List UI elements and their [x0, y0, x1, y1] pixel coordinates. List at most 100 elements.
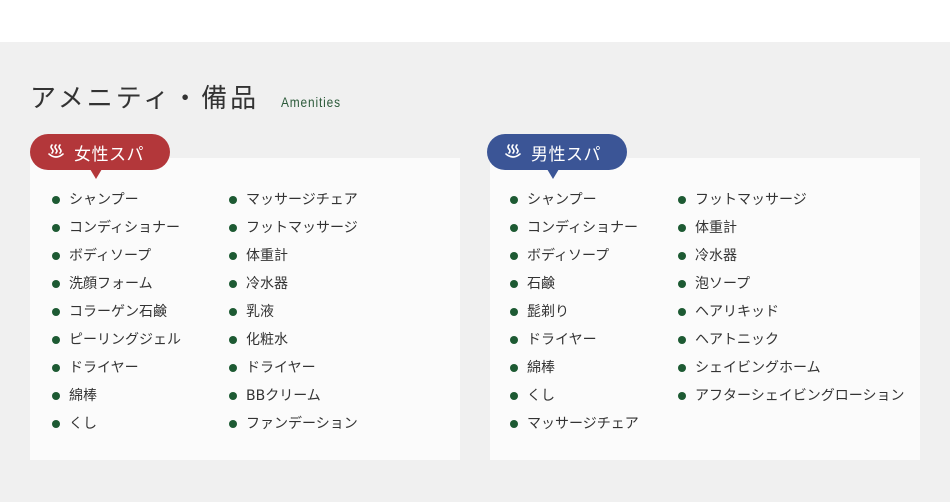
list-item-label: コンディショナー — [69, 220, 181, 236]
bullet-dot-icon — [510, 280, 518, 288]
bullet-dot-icon — [678, 280, 686, 288]
bullet-dot-icon — [678, 252, 686, 260]
list-item-label: くし — [69, 416, 97, 432]
bullet-dot-icon — [229, 252, 237, 260]
list-item-label: 石鹸 — [527, 276, 555, 292]
bullet-dot-icon — [52, 280, 60, 288]
list-item-label: ピーリングジェル — [69, 332, 181, 348]
bullet-dot-icon — [229, 196, 237, 204]
list-item: くし — [510, 382, 639, 410]
bullet-dot-icon — [229, 420, 237, 428]
bullet-dot-icon — [229, 224, 237, 232]
list-item: コラーゲン石鹸 — [52, 298, 181, 326]
bullet-dot-icon — [510, 392, 518, 400]
list-item: 綿棒 — [52, 382, 181, 410]
list-item-label: 洗顔フォーム — [69, 276, 153, 292]
list-item: 石鹸 — [510, 270, 639, 298]
female-list-col1: シャンプーコンディショナー ボディソープ 洗顔フォーム コラーゲン石鹸 ピーリングジェル… — [52, 186, 181, 438]
female-list-col2: マッサージチェア フットマッサージ 体重計 冷水器 乳液 化粧水 ドライヤー BBクリーム ファ… — [229, 186, 358, 438]
list-item-label: ヘアリキッド — [695, 304, 779, 320]
bullet-dot-icon — [52, 308, 60, 316]
list-item: アフターシェイビングローション — [678, 382, 904, 410]
list-item: くし — [52, 410, 181, 438]
bullet-dot-icon — [52, 420, 60, 428]
list-item-label: ヘアトニック — [695, 332, 779, 348]
list-item: 冷水器 — [229, 270, 358, 298]
list-item: 洗顔フォーム — [52, 270, 181, 298]
list-item: コンディショナー — [52, 214, 181, 242]
list-item-label: 綿棒 — [527, 360, 555, 376]
male-spa-tab: 男性スパ — [487, 134, 627, 179]
list-item-label: ボディソープ — [69, 248, 152, 264]
bullet-dot-icon — [229, 364, 237, 372]
list-item-label: アフターシェイビングローション — [695, 388, 905, 404]
bullet-dot-icon — [678, 196, 686, 204]
bullet-dot-icon — [510, 224, 518, 232]
list-item: 泡ソープ — [678, 270, 904, 298]
bullet-dot-icon — [510, 420, 518, 428]
bullet-dot-icon — [510, 308, 518, 316]
list-item: ドライヤー — [510, 326, 639, 354]
list-item: 体重計 — [678, 214, 904, 242]
list-item-label: フットマッサージ — [246, 220, 358, 236]
female-spa-tab: 女性スパ — [30, 134, 170, 179]
list-item-label: ドライヤー — [246, 360, 316, 376]
male-spa-panel: シャンプー コンディショナー ボディソープ 石鹸 髭剃り ドライヤー 綿棒 くし マッサージチェ… — [490, 158, 920, 460]
list-item-label: 冷水器 — [695, 248, 737, 264]
bullet-dot-icon — [229, 336, 237, 344]
bullet-dot-icon — [52, 196, 60, 204]
list-item: マッサージチェア — [229, 186, 358, 214]
list-item-label: シャンプー — [69, 192, 139, 208]
list-item: BBクリーム — [229, 382, 358, 410]
list-item: フットマッサージ — [678, 186, 904, 214]
list-item: ドライヤー — [229, 354, 358, 382]
male-list-col2: フットマッサージ体重計冷水器泡ソープヘアリキッド ヘアトニックシェイビングホームア… — [678, 186, 904, 410]
list-item-label: 冷水器 — [246, 276, 288, 292]
list-item-label: シェイビングホーム — [695, 360, 821, 376]
list-item: ボディソープ — [510, 242, 639, 270]
list-item-label: シャンプー — [527, 192, 597, 208]
bullet-dot-icon — [229, 308, 237, 316]
list-item: ヘアリキッド — [678, 298, 904, 326]
list-item-label: コンディショナー — [527, 220, 639, 236]
list-item: コンディショナー — [510, 214, 639, 242]
bullet-dot-icon — [52, 224, 60, 232]
bullet-dot-icon — [229, 392, 237, 400]
list-item: ピーリングジェル — [52, 326, 181, 354]
bullet-dot-icon — [678, 364, 686, 372]
list-item: 体重計 — [229, 242, 358, 270]
bullet-dot-icon — [510, 364, 518, 372]
hot-spring-icon — [46, 142, 66, 162]
male-list-col1: シャンプー コンディショナー ボディソープ 石鹸 髭剃り ドライヤー 綿棒 くし マッサージチェ… — [510, 186, 639, 438]
female-spa-tab-label: 女性スパ — [74, 144, 144, 165]
bullet-dot-icon — [52, 336, 60, 344]
bullet-dot-icon — [52, 252, 60, 260]
hot-spring-icon — [503, 142, 523, 162]
bullet-dot-icon — [678, 336, 686, 344]
list-item: 綿棒 — [510, 354, 639, 382]
bullet-dot-icon — [52, 364, 60, 372]
list-item: ファンデーション — [229, 410, 358, 438]
bullet-dot-icon — [229, 280, 237, 288]
list-item: 乳液 — [229, 298, 358, 326]
list-item-label: コラーゲン石鹸 — [69, 304, 167, 320]
bullet-dot-icon — [510, 336, 518, 344]
list-item-label: 乳液 — [246, 304, 274, 320]
list-item-label: 体重計 — [246, 248, 288, 264]
list-item-label: BBクリーム — [246, 388, 321, 404]
list-item: シャンプー — [52, 186, 181, 214]
list-item-label: 体重計 — [695, 220, 737, 236]
list-item-label: ファンデーション — [246, 416, 358, 432]
list-item: フットマッサージ — [229, 214, 358, 242]
bullet-dot-icon — [678, 308, 686, 316]
male-spa-tab-label: 男性スパ — [531, 144, 601, 165]
bullet-dot-icon — [510, 252, 518, 260]
bullet-dot-icon — [52, 392, 60, 400]
list-item-label: ドライヤー — [527, 332, 597, 348]
list-item: シャンプー — [510, 186, 639, 214]
list-item-label: くし — [527, 388, 555, 404]
list-item: シェイビングホーム — [678, 354, 904, 382]
list-item-label: 綿棒 — [69, 388, 97, 404]
list-item-label: マッサージチェア — [527, 416, 639, 432]
list-item: 冷水器 — [678, 242, 904, 270]
